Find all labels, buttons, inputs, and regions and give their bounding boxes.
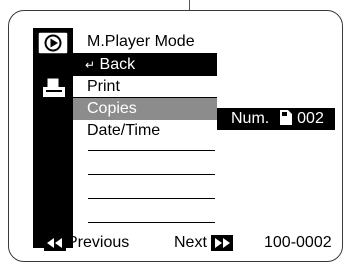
menu-item-print[interactable]: Print [73,76,217,98]
copies-value-panel[interactable]: Num. 002 [217,108,335,130]
rewind-icon [47,238,62,248]
menu-sidebar [33,28,73,248]
file-number: 100-0002 [264,234,332,251]
fast-forward-icon [215,238,230,248]
menu-item-datetime[interactable]: Date/Time [73,120,217,142]
menu-item-back-label: Back [99,56,136,73]
play-mode-icon [35,29,71,57]
copies-number: 002 [297,110,324,127]
memory-card-icon [279,110,292,125]
menu-panel: M.Player Mode ↵ Back Print Copies Date/T… [73,30,217,142]
menu-divider [88,150,215,151]
previous-button[interactable] [44,235,66,251]
top-tick-mark [189,0,190,10]
previous-label: Previous [67,234,130,251]
return-icon: ↵ [85,58,96,72]
menu-item-copies[interactable]: Copies [73,98,217,120]
next-label: Next [174,234,207,251]
menu-empty-line [88,174,215,175]
menu-item-copies-label: Copies [87,100,137,117]
next-button[interactable] [211,235,233,251]
copies-num-label: Num. [231,110,270,127]
menu-title: M.Player Mode [73,30,217,54]
menu-item-back[interactable]: ↵ Back [73,54,217,76]
menu-empty-line [88,198,215,199]
menu-item-datetime-label: Date/Time [87,122,161,139]
printer-icon [43,78,65,97]
menu-empty-line [88,222,215,223]
menu-item-print-label: Print [87,78,120,95]
